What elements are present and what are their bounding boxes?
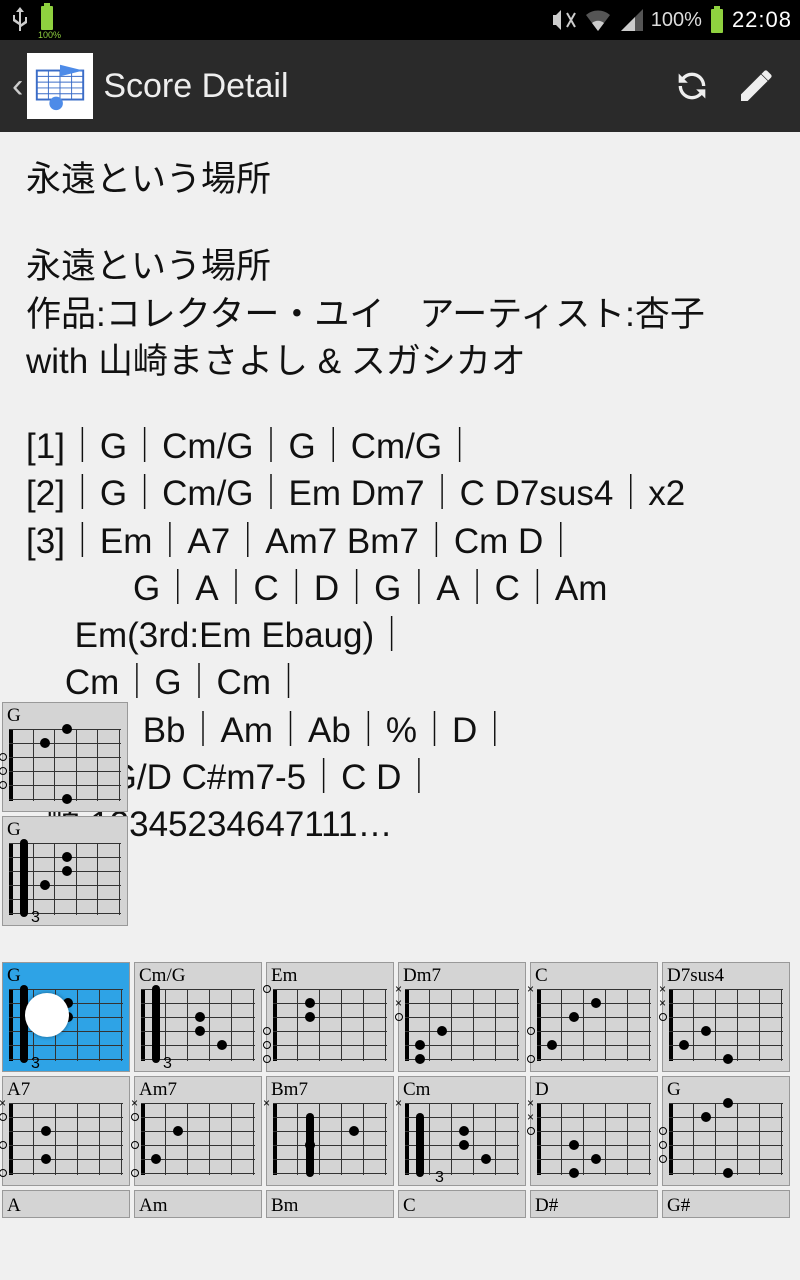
chord-thumb[interactable]: Cm×3 bbox=[398, 1076, 526, 1186]
chord-thumb[interactable]: Em bbox=[266, 962, 394, 1072]
floating-chord-stack: G G 3 bbox=[2, 702, 128, 926]
chord-thumb[interactable]: A bbox=[2, 1190, 130, 1218]
chord-thumb[interactable]: A7× bbox=[2, 1076, 130, 1186]
chord-thumb[interactable]: Bm bbox=[266, 1190, 394, 1218]
chord-thumb[interactable]: G# bbox=[662, 1190, 790, 1218]
back-icon[interactable]: ‹ bbox=[12, 67, 23, 106]
chord-thumb[interactable]: Cm/G3 bbox=[134, 962, 262, 1072]
usb-icon bbox=[8, 5, 32, 35]
vibrate-mute-icon bbox=[549, 7, 577, 33]
chord-thumb-selected[interactable]: G 3 bbox=[2, 962, 130, 1072]
wifi-icon bbox=[583, 7, 613, 33]
chord-thumb[interactable]: Am7× bbox=[134, 1076, 262, 1186]
chord-thumb[interactable]: G bbox=[2, 702, 128, 812]
refresh-button[interactable] bbox=[660, 54, 724, 118]
selection-knob-icon[interactable] bbox=[25, 993, 69, 1037]
edit-button[interactable] bbox=[724, 54, 788, 118]
app-icon[interactable] bbox=[27, 53, 93, 119]
chord-thumb[interactable]: Bm7× bbox=[266, 1076, 394, 1186]
chord-progression: [1]｜G｜Cm/G｜G｜Cm/G｜ [2]｜G｜Cm/G｜Em Dm7｜C D… bbox=[26, 423, 774, 848]
page-title: Score Detail bbox=[103, 67, 288, 106]
chord-thumb[interactable]: G bbox=[662, 1076, 790, 1186]
chord-diagram-grid: G 3 Cm/G3 Em Dm7×× C× D7sus4×× A7× Am7× … bbox=[2, 962, 798, 1218]
chord-thumb[interactable]: Dm7×× bbox=[398, 962, 526, 1072]
signal-icon bbox=[619, 7, 645, 33]
chord-thumb[interactable]: Am bbox=[134, 1190, 262, 1218]
chord-thumb[interactable]: D# bbox=[530, 1190, 658, 1218]
song-title-2: 永遠という場所 bbox=[26, 243, 774, 290]
chord-thumb[interactable]: D×× bbox=[530, 1076, 658, 1186]
status-bar: 100% 100% 22:08 bbox=[0, 0, 800, 40]
song-title: 永遠という場所 bbox=[26, 156, 774, 203]
song-meta: 作品:コレクター・ユイ アーティスト:杏子 with 山崎まさよし & スガシカ… bbox=[26, 291, 774, 386]
clock-label: 22:08 bbox=[732, 7, 792, 33]
chord-thumb[interactable]: G 3 bbox=[2, 816, 128, 926]
chord-thumb[interactable]: C× bbox=[530, 962, 658, 1072]
chord-thumb[interactable]: D7sus4×× bbox=[662, 962, 790, 1072]
chord-thumb[interactable]: C bbox=[398, 1190, 526, 1218]
battery-pct-label: 100% bbox=[651, 9, 702, 32]
battery-small-icon: 100% bbox=[38, 2, 56, 38]
battery-icon bbox=[708, 5, 726, 35]
action-bar: ‹ Score Detail bbox=[0, 40, 800, 132]
